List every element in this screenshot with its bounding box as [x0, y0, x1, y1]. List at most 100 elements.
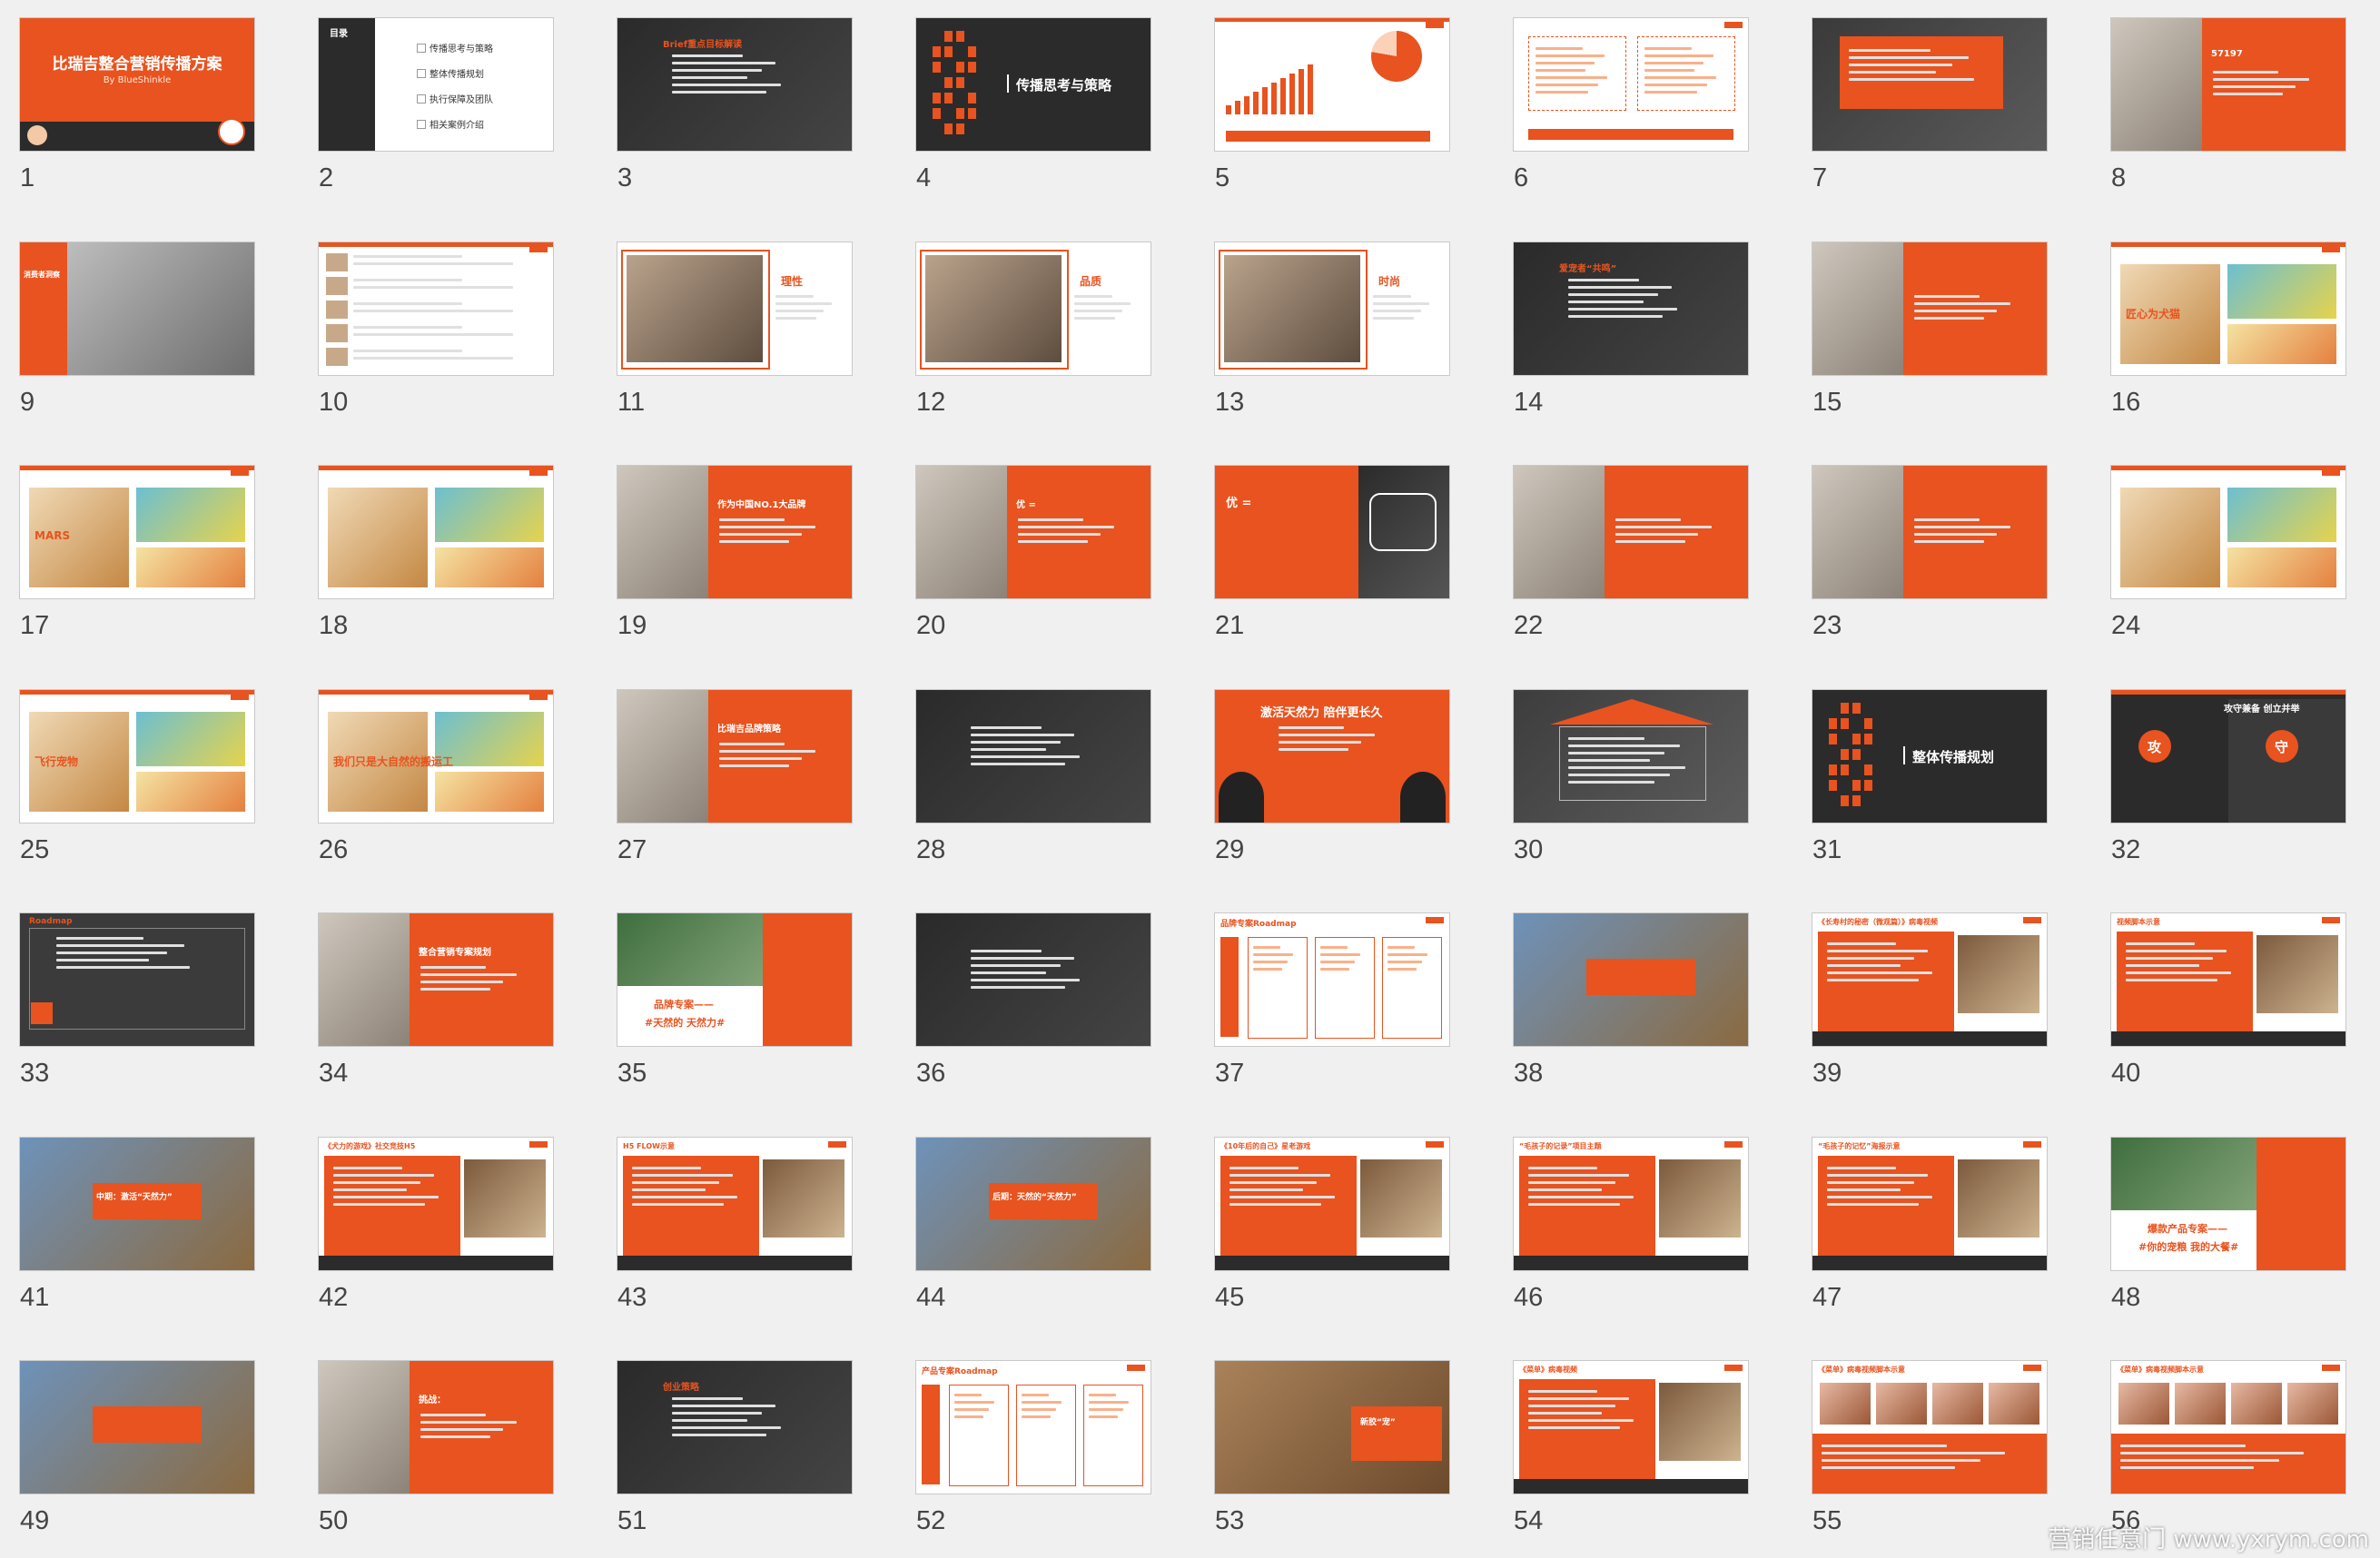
slide-thumbnail[interactable]: H5 FLOW示意 43	[617, 1138, 852, 1315]
slide-thumbnail[interactable]: MARS 17	[20, 466, 254, 643]
slide-preview[interactable]: 时尚	[1215, 242, 1449, 375]
slide-preview[interactable]: 目录 传播思考与策略 整体传播规划 执行保障及团队 相关案例介绍	[319, 18, 553, 151]
slide-thumbnail[interactable]: 攻守兼备 创立并举攻 守 32	[2111, 690, 2345, 867]
slide-thumbnail[interactable]: 28	[916, 690, 1150, 867]
slide-thumbnail[interactable]: 产品专案Roadmap 52	[916, 1361, 1150, 1538]
slide-preview[interactable]: 《长寿村的秘密（微观篇）》病毒视频	[1812, 913, 2047, 1046]
slide-thumbnail[interactable]: 36	[916, 913, 1150, 1090]
slide-thumbnail[interactable]: 比瑞吉品牌策略 27	[617, 690, 852, 867]
slide-preview[interactable]	[1514, 690, 1748, 823]
slide-thumbnail[interactable]: 整体传播规划 31	[1812, 690, 2047, 867]
slide-thumbnail[interactable]: 5	[1215, 18, 1449, 195]
slide-preview[interactable]: 比瑞吉品牌策略	[617, 690, 852, 823]
slide-preview[interactable]: 视频脚本示意	[2111, 913, 2345, 1046]
slide-preview[interactable]: 优 =	[1215, 466, 1449, 598]
slide-preview[interactable]: 理性	[617, 242, 852, 375]
slide-preview[interactable]: 作为中国NO.1大品牌	[617, 466, 852, 598]
slide-thumbnail[interactable]: 比瑞吉整合营销传播方案 By BlueShinkle 1	[20, 18, 254, 195]
slide-thumbnail[interactable]: 6	[1514, 18, 1748, 195]
slide-preview[interactable]: 匠心为犬猫	[2111, 242, 2345, 375]
slide-thumbnail[interactable]: 优 = 21	[1215, 466, 1449, 643]
slide-thumbnail[interactable]: 消费者洞察 9	[20, 242, 254, 419]
slide-preview[interactable]	[1215, 18, 1449, 151]
slide-thumbnail[interactable]: 激活天然力 陪伴更长久 29	[1215, 690, 1449, 867]
slide-thumbnail[interactable]: 品牌专案—— #天然的 天然力# 35	[617, 913, 852, 1090]
slide-preview[interactable]: Brief重点目标解读	[617, 18, 852, 151]
slide-preview[interactable]: H5 FLOW示意	[617, 1138, 852, 1270]
slide-thumbnail[interactable]: 挑战： 50	[319, 1361, 553, 1538]
slide-thumbnail[interactable]: 理性 11	[617, 242, 852, 419]
slide-thumbnail[interactable]: Brief重点目标解读 3	[617, 18, 852, 195]
slide-preview[interactable]: 品牌专案Roadmap	[1215, 913, 1449, 1046]
slide-thumbnail[interactable]: 7	[1812, 18, 2047, 195]
slide-preview[interactable]: 传播思考与策略	[916, 18, 1150, 151]
slide-preview[interactable]: MARS	[20, 466, 254, 598]
slide-preview[interactable]: 优 =	[916, 466, 1150, 598]
slide-preview[interactable]	[1514, 466, 1748, 598]
slide-thumbnail[interactable]: 《菜单》病毒视频脚本示意 56	[2111, 1361, 2345, 1538]
slide-thumbnail[interactable]: 飞行宠物 25	[20, 690, 254, 867]
slide-thumbnail[interactable]: 目录 传播思考与策略 整体传播规划 执行保障及团队 相关案例介绍 2	[319, 18, 553, 195]
slide-preview[interactable]: 57197	[2111, 18, 2345, 151]
slide-preview[interactable]: 激活天然力 陪伴更长久	[1215, 690, 1449, 823]
slide-thumbnail[interactable]: 49	[20, 1361, 254, 1538]
slide-preview[interactable]: 挑战：	[319, 1361, 553, 1494]
slide-preview[interactable]	[2111, 466, 2345, 598]
slide-thumbnail[interactable]: 优 = 20	[916, 466, 1150, 643]
slide-thumbnail[interactable]: 18	[319, 466, 553, 643]
slide-thumbnail[interactable]: 爆款产品专案—— #你的宠粮 我的大餐# 48	[2111, 1138, 2345, 1315]
slide-thumbnail[interactable]: 视频脚本示意 40	[2111, 913, 2345, 1090]
slide-preview[interactable]	[20, 1361, 254, 1494]
slide-preview[interactable]: 《菜单》病毒视频脚本示意	[2111, 1361, 2345, 1494]
slide-thumbnail[interactable]: 10	[319, 242, 553, 419]
slide-preview[interactable]	[1514, 913, 1748, 1046]
slide-thumbnail[interactable]: 38	[1514, 913, 1748, 1090]
slide-thumbnail[interactable]: 品质 12	[916, 242, 1150, 419]
slide-preview[interactable]: 整合营销专案规划	[319, 913, 553, 1046]
slide-thumbnail[interactable]: 30	[1514, 690, 1748, 867]
slide-thumbnail[interactable]: 作为中国NO.1大品牌 19	[617, 466, 852, 643]
slide-thumbnail[interactable]: 《10年后的自己》星老游戏 45	[1215, 1138, 1449, 1315]
slide-thumbnail[interactable]: 爱宠者“共鸣” 14	[1514, 242, 1748, 419]
slide-preview[interactable]: “毛孩子的记录”项目主题	[1514, 1138, 1748, 1270]
slide-preview[interactable]: “毛孩子的记忆”海报示意	[1812, 1138, 2047, 1270]
slide-thumbnail[interactable]: Roadmap 33	[20, 913, 254, 1090]
slide-preview[interactable]	[916, 913, 1150, 1046]
slide-thumbnail[interactable]: 《菜单》病毒视频 54	[1514, 1361, 1748, 1538]
slide-thumbnail[interactable]: “毛孩子的记忆”海报示意 47	[1812, 1138, 2047, 1315]
slide-thumbnail[interactable]: 23	[1812, 466, 2047, 643]
slide-preview[interactable]	[1514, 18, 1748, 151]
slide-preview[interactable]: 品牌专案—— #天然的 天然力#	[617, 913, 852, 1046]
slide-preview[interactable]: 比瑞吉整合营销传播方案 By BlueShinkle	[20, 18, 254, 151]
slide-preview[interactable]: 爆款产品专案—— #你的宠粮 我的大餐#	[2111, 1138, 2345, 1270]
slide-thumbnail[interactable]: 57197 8	[2111, 18, 2345, 195]
slide-thumbnail[interactable]: 整合营销专案规划 34	[319, 913, 553, 1090]
slide-preview[interactable]: 攻守兼备 创立并举攻 守	[2111, 690, 2345, 823]
slide-thumbnail[interactable]: 创业策略 51	[617, 1361, 852, 1538]
slide-preview[interactable]	[319, 242, 553, 375]
slide-thumbnail[interactable]: 新胶“宠” 53	[1215, 1361, 1449, 1538]
slide-thumbnail[interactable]: 《犬力的游戏》社交竞技H5 42	[319, 1138, 553, 1315]
slide-thumbnail[interactable]: 我们只是大自然的搬运工 26	[319, 690, 553, 867]
slide-preview[interactable]: 产品专案Roadmap	[916, 1361, 1150, 1494]
slide-preview[interactable]: 飞行宠物	[20, 690, 254, 823]
slide-preview[interactable]	[1812, 18, 2047, 151]
slide-preview[interactable]: 《10年后的自己》星老游戏	[1215, 1138, 1449, 1270]
slide-thumbnail[interactable]: 中期：激活“天然力” 41	[20, 1138, 254, 1315]
slide-preview[interactable]: 我们只是大自然的搬运工	[319, 690, 553, 823]
slide-thumbnail[interactable]: “毛孩子的记录”项目主题 46	[1514, 1138, 1748, 1315]
slide-preview[interactable]: 《菜单》病毒视频	[1514, 1361, 1748, 1494]
slide-thumbnail[interactable]: 匠心为犬猫 16	[2111, 242, 2345, 419]
slide-preview[interactable]	[1812, 466, 2047, 598]
slide-preview[interactable]: 后期：天然的“天然力”	[916, 1138, 1150, 1270]
slide-thumbnail[interactable]: 传播思考与策略 4	[916, 18, 1150, 195]
slide-preview[interactable]: 爱宠者“共鸣”	[1514, 242, 1748, 375]
slide-thumbnail[interactable]: 《菜单》病毒视频脚本示意 55	[1812, 1361, 2047, 1538]
slide-preview[interactable]	[1812, 242, 2047, 375]
slide-preview[interactable]: 新胶“宠”	[1215, 1361, 1449, 1494]
slide-preview[interactable]: 创业策略	[617, 1361, 852, 1494]
slide-thumbnail[interactable]: 15	[1812, 242, 2047, 419]
slide-thumbnail[interactable]: 时尚 13	[1215, 242, 1449, 419]
slide-preview[interactable]: 《犬力的游戏》社交竞技H5	[319, 1138, 553, 1270]
slide-preview[interactable]	[916, 690, 1150, 823]
